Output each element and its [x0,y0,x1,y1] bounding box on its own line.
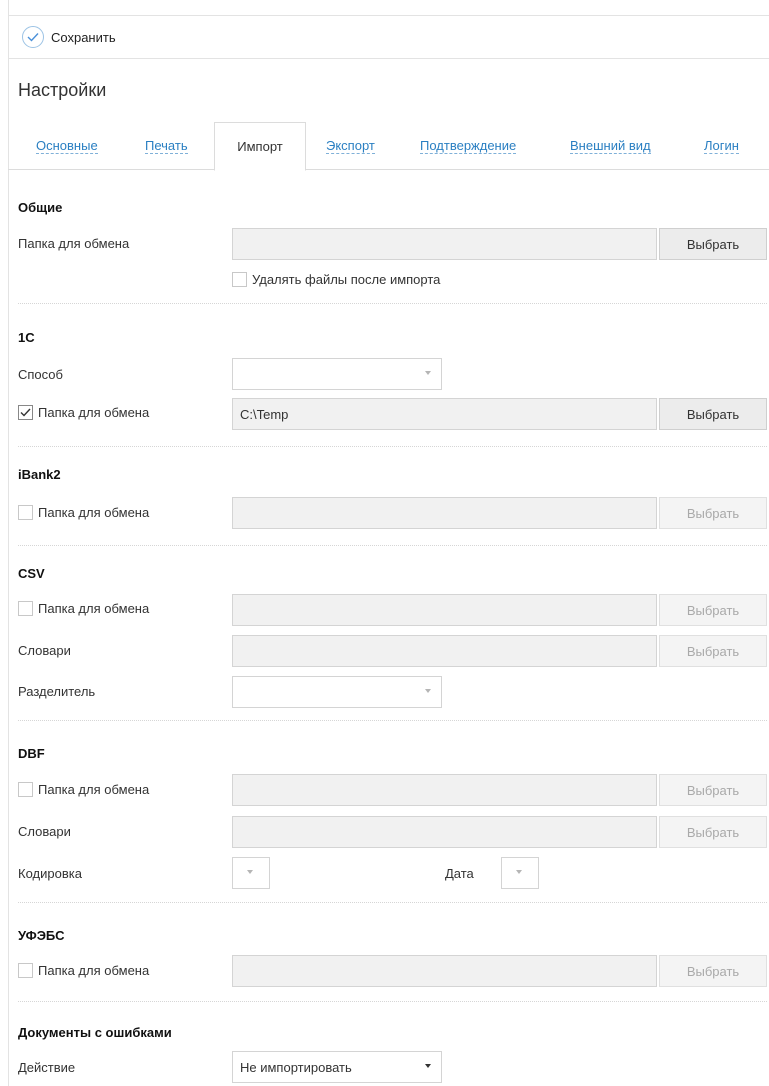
ibank-folder-checkbox[interactable]: Папка для обмена [18,505,149,520]
method-label: Способ [18,367,63,382]
dbf-folder-label: Папка для обмена [38,782,150,797]
section-dbf-title: DBF [18,746,45,761]
csv-folder-label: Папка для обмена [38,601,150,616]
tab-export[interactable]: Экспорт [326,122,375,170]
separator-select[interactable] [232,676,442,708]
tab-confirmation[interactable]: Подтверждение [420,122,517,170]
section-errors-title: Документы с ошибками [18,1025,172,1040]
tab-import[interactable]: Импорт [214,122,306,171]
tab-general[interactable]: Основные [36,122,98,170]
section-csv-title: CSV [18,566,45,581]
divider [18,303,767,304]
dbf-dict-label: Словари [18,824,71,839]
chevron-down-icon [425,1064,431,1068]
checkbox-box[interactable] [18,782,33,797]
checkbox-box[interactable] [18,505,33,520]
save-button[interactable]: Сохранить [22,26,116,48]
checkbox-box[interactable] [18,963,33,978]
ufebs-folder-checkbox[interactable]: Папка для обмена [18,963,149,978]
tab-login[interactable]: Логин [704,122,739,170]
csv-dict-input[interactable] [232,635,657,667]
divider [18,902,767,903]
action-label: Действие [18,1060,76,1075]
ufebs-folder-label: Папка для обмена [38,963,150,978]
delete-files-label: Удалять файлы после импорта [252,272,441,287]
tab-label: Печать [145,137,188,154]
divider [18,545,767,546]
toolbar: Сохранить [8,15,769,59]
tab-print[interactable]: Печать [145,122,188,170]
ufebs-choose-button[interactable]: Выбрать [659,955,767,987]
general-folder-label: Папка для обмена [18,236,130,251]
tab-bar: Основные Печать Импорт Экспорт Подтвержд… [8,122,769,171]
general-choose-button[interactable]: Выбрать [659,228,767,260]
section-general-title: Общие [18,200,63,215]
tab-label: Подтверждение [420,137,517,154]
dbf-folder-checkbox[interactable]: Папка для обмена [18,782,149,797]
save-label: Сохранить [51,29,116,45]
encoding-select[interactable] [232,857,270,889]
section-1c-title: 1С [18,330,35,345]
check-icon [22,26,44,48]
separator-label: Разделитель [18,684,96,699]
ibank-folder-input[interactable] [232,497,657,529]
dbf-dict-input[interactable] [232,816,657,848]
delete-files-checkbox[interactable]: Удалять файлы после импорта [232,272,440,287]
ibank-choose-button[interactable]: Выбрать [659,497,767,529]
csv-folder-input[interactable] [232,594,657,626]
ibank-folder-label: Папка для обмена [38,505,150,520]
divider [18,446,767,447]
csv-folder-checkbox[interactable]: Папка для обмена [18,601,149,616]
dbf-folder-input[interactable] [232,774,657,806]
page-title: Настройки [18,80,107,100]
method-select[interactable] [232,358,442,390]
general-folder-input[interactable] [232,228,657,260]
action-value: Не импортировать [240,1059,352,1075]
tab-label: Основные [36,137,98,154]
chevron-down-icon [247,870,253,874]
onec-choose-button[interactable]: Выбрать [659,398,767,430]
section-ibank-title: iBank2 [18,467,61,482]
csv-choose-button[interactable]: Выбрать [659,594,767,626]
checkbox-checked-icon[interactable] [18,405,33,420]
tab-label: Импорт [237,138,283,154]
tab-label: Экспорт [326,137,375,154]
onec-folder-label: Папка для обмена [38,405,150,420]
tab-appearance[interactable]: Внешний вид [570,122,651,170]
chevron-down-icon [425,689,431,693]
csv-dict-label: Словари [18,643,71,658]
checkbox-box[interactable] [18,601,33,616]
divider [18,720,767,721]
onec-folder-checkbox[interactable]: Папка для обмена [18,405,149,420]
ufebs-folder-input[interactable] [232,955,657,987]
encoding-label: Кодировка [18,866,82,881]
action-select[interactable]: Не импортировать [232,1051,442,1083]
checkbox-box[interactable] [232,272,247,287]
csv-dict-choose-button[interactable]: Выбрать [659,635,767,667]
chevron-down-icon [425,371,431,375]
onec-folder-input[interactable]: C:\Temp [232,398,657,430]
date-label: Дата [445,866,474,881]
dbf-choose-button[interactable]: Выбрать [659,774,767,806]
chevron-down-icon [516,870,522,874]
section-ufebs-title: УФЭБС [18,928,65,943]
divider [18,1001,767,1002]
dbf-dict-choose-button[interactable]: Выбрать [659,816,767,848]
tab-label: Внешний вид [570,137,651,154]
date-select[interactable] [501,857,539,889]
tab-label: Логин [704,137,739,154]
